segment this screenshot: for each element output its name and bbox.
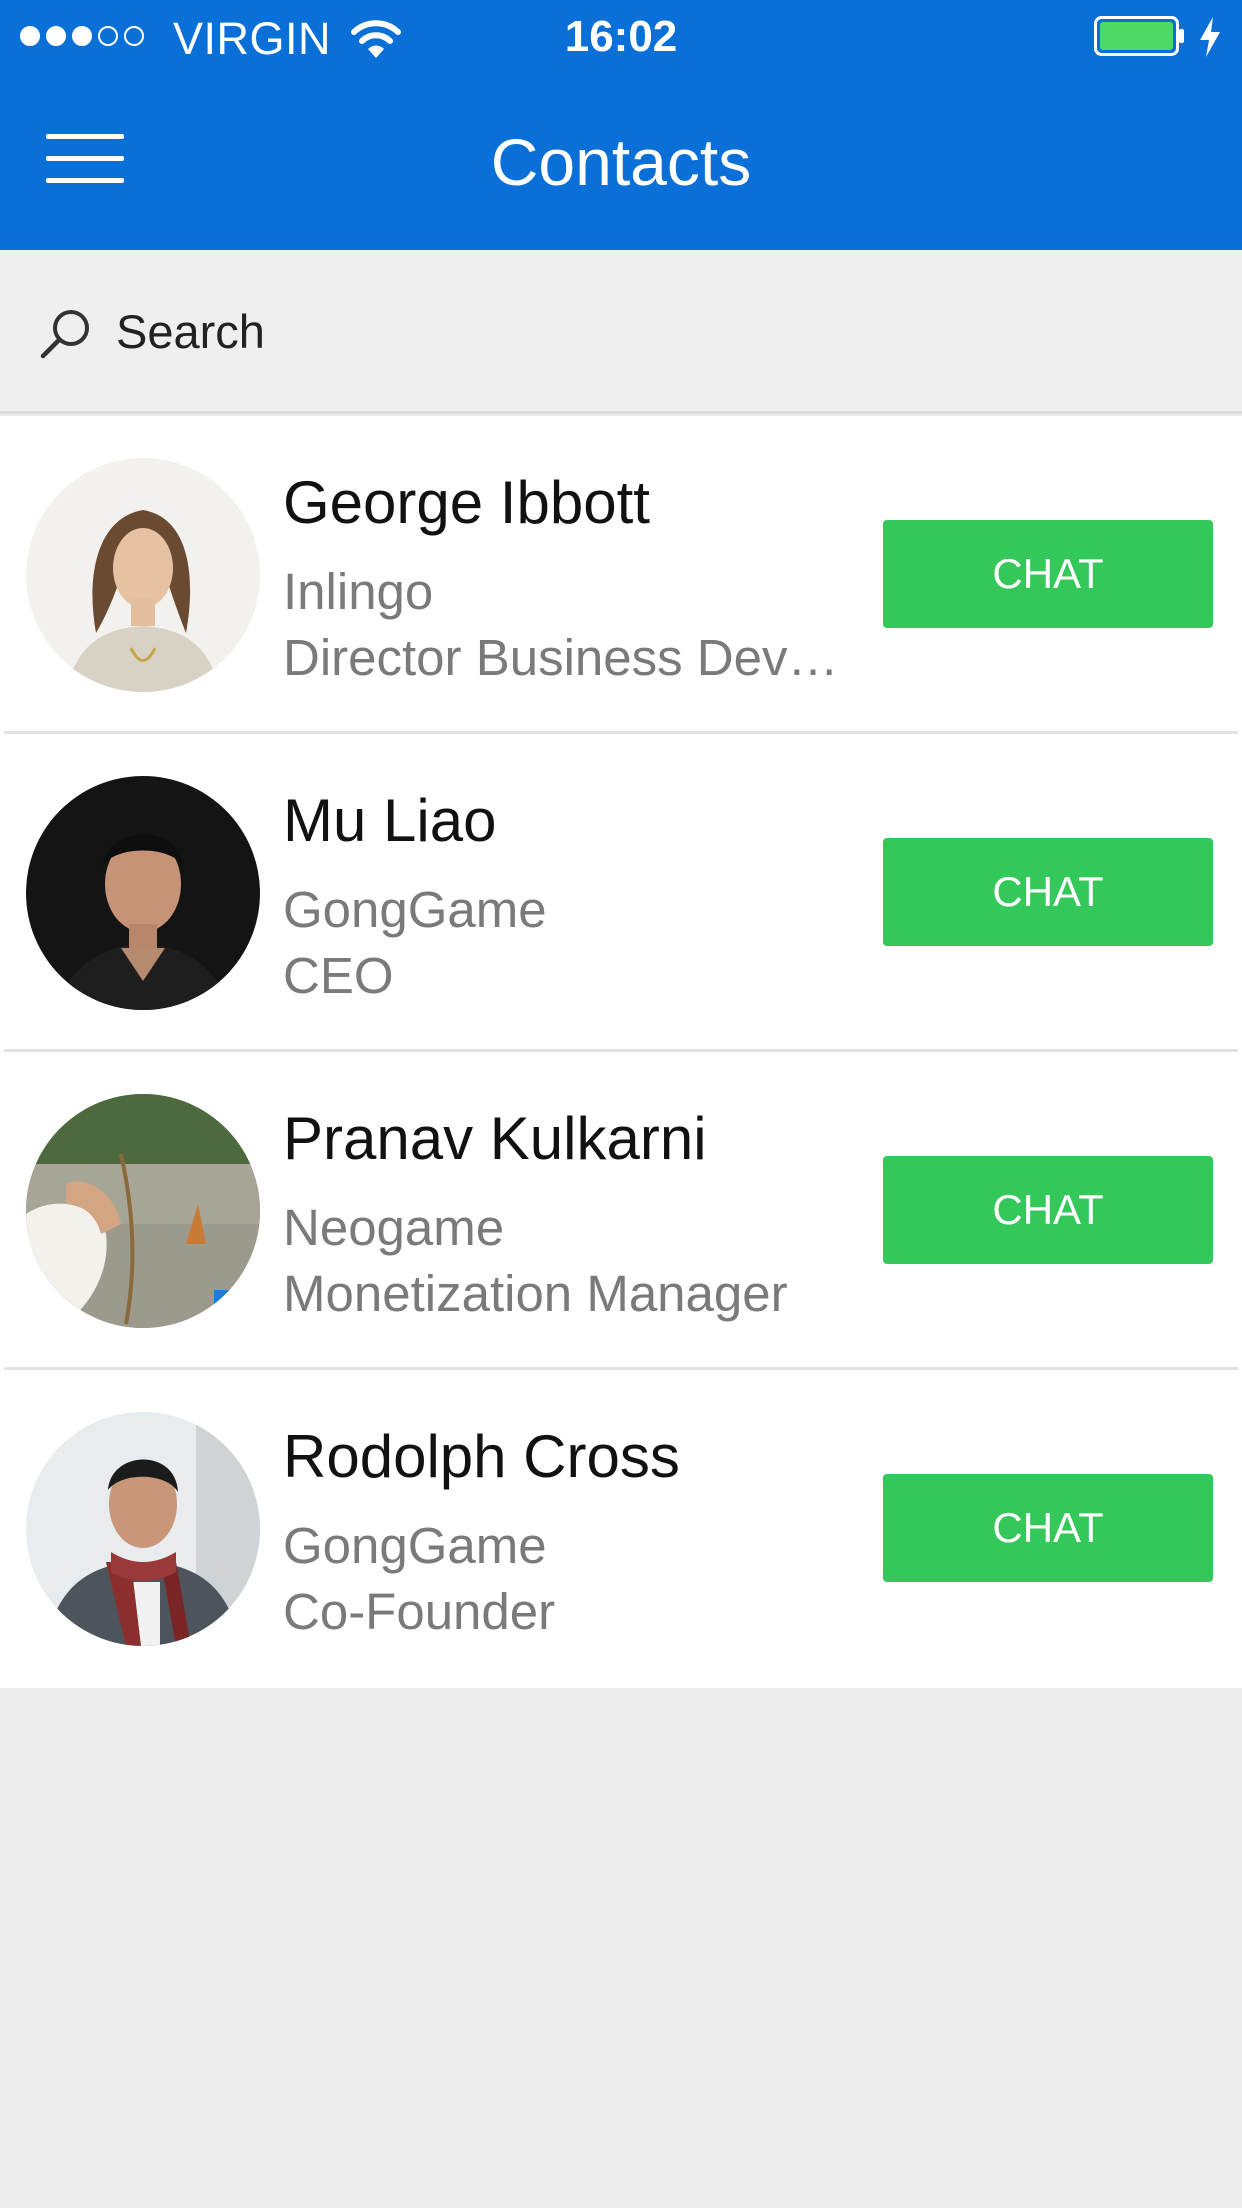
contact-company: Neogame (283, 1199, 505, 1256)
charging-bolt-icon (1200, 17, 1220, 57)
chat-button[interactable]: CHAT (883, 838, 1213, 946)
contact-role: Director Business Development (283, 629, 853, 686)
contact-row[interactable]: George Ibbott Inlingo Director Business … (0, 416, 1242, 734)
avatar (26, 1412, 260, 1646)
contact-role: Co-Founder (283, 1583, 556, 1640)
contact-row[interactable]: Rodolph Cross GongGame Co-Founder CHAT (0, 1370, 1242, 1688)
contact-role: CEO (283, 947, 394, 1004)
avatar (26, 776, 260, 1010)
avatar (26, 458, 260, 692)
contact-name: George Ibbott (283, 469, 650, 536)
contact-name: Pranav Kulkarni (283, 1105, 707, 1172)
chat-button[interactable]: CHAT (883, 1474, 1213, 1582)
app-header: VIRGIN 16:02 Contacts (0, 0, 1242, 250)
status-bar: VIRGIN 16:02 (0, 0, 1242, 76)
clock-time: 16:02 (564, 12, 678, 61)
contact-role: Monetization Manager (283, 1265, 788, 1322)
chat-button[interactable]: CHAT (883, 520, 1213, 628)
contact-company: GongGame (283, 881, 547, 938)
chat-button[interactable]: CHAT (883, 1156, 1213, 1264)
battery-full-icon (1094, 16, 1184, 56)
page-title: Contacts (490, 125, 752, 199)
contact-row[interactable]: Pranav Kulkarni Neogame Monetization Man… (0, 1052, 1242, 1370)
contact-company: GongGame (283, 1517, 547, 1574)
avatar (26, 1094, 260, 1328)
contact-name: Rodolph Cross (283, 1423, 680, 1490)
search-input[interactable]: Search (116, 304, 265, 360)
contact-company: Inlingo (283, 563, 434, 620)
contact-name: Mu Liao (283, 787, 497, 854)
contact-row[interactable]: Mu Liao GongGame CEO CHAT (0, 734, 1242, 1052)
contact-list: George Ibbott Inlingo Director Business … (0, 416, 1242, 1688)
search-icon (40, 310, 89, 359)
